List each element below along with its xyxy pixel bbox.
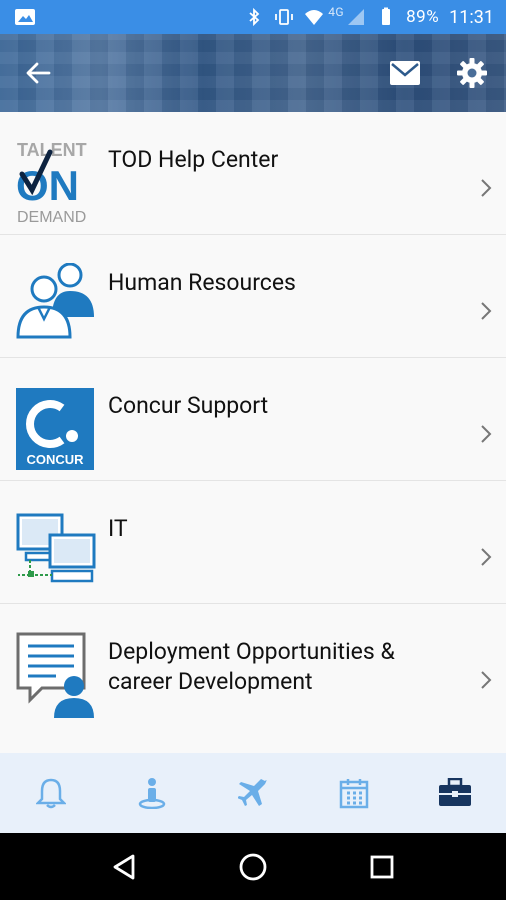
settings-button[interactable] — [452, 53, 492, 93]
chevron-right-icon — [481, 179, 492, 197]
chevron-right-icon — [481, 671, 492, 689]
list-item-tod-help-center[interactable]: TALENT ON DEMAND TOD Help Center — [0, 112, 506, 235]
career-chat-icon — [16, 632, 96, 718]
list-item-label: Human Resources — [108, 269, 296, 296]
bell-icon — [35, 778, 66, 809]
list-item-deployment-opportunities[interactable]: Deployment Opportunities & career Develo… — [0, 604, 506, 753]
people-icon — [16, 262, 96, 349]
nav-briefcase[interactable] — [405, 753, 506, 833]
talent-on-demand-logo: TALENT ON DEMAND — [16, 140, 96, 226]
bluetooth-icon — [249, 7, 260, 27]
list-item-label: Deployment Opportunities & career Develo… — [108, 638, 395, 695]
nav-notifications[interactable] — [0, 753, 101, 833]
gear-icon — [457, 58, 487, 88]
list-item-label: TOD Help Center — [108, 146, 279, 173]
person-location-icon — [138, 778, 166, 809]
battery-percent: 89% — [406, 7, 440, 27]
signal-icon — [348, 9, 365, 25]
triangle-back-icon — [113, 854, 135, 879]
circle-home-icon — [239, 853, 267, 880]
calendar-icon — [339, 779, 369, 809]
status-bar: 4G 89% 11:31 — [0, 0, 506, 34]
chevron-right-icon — [481, 425, 492, 443]
app-header — [0, 34, 506, 112]
vibrate-icon — [275, 9, 294, 25]
square-recents-icon — [370, 855, 394, 878]
concur-logo: CONCUR — [16, 388, 96, 474]
airplane-icon — [238, 779, 267, 806]
nav-locator[interactable] — [101, 753, 202, 833]
chevron-right-icon — [481, 302, 492, 320]
system-recents-button[interactable] — [362, 847, 402, 887]
image-notification-icon — [15, 9, 35, 25]
svg-text:TALENT: TALENT — [17, 140, 87, 160]
battery-icon — [382, 7, 391, 25]
bottom-navigation — [0, 753, 506, 833]
svg-text:CONCUR: CONCUR — [26, 452, 84, 467]
back-button[interactable] — [18, 53, 58, 93]
list-item-human-resources[interactable]: Human Resources — [0, 235, 506, 358]
mail-button[interactable] — [385, 53, 425, 93]
back-arrow-icon — [26, 62, 51, 84]
svg-text:DEMAND: DEMAND — [17, 209, 86, 226]
mail-icon — [390, 61, 420, 85]
clock: 11:31 — [449, 6, 494, 28]
system-navigation-bar — [0, 833, 506, 900]
chevron-right-icon — [481, 548, 492, 566]
list-item-it[interactable]: IT — [0, 481, 506, 604]
wifi-icon — [305, 10, 324, 25]
list-item-concur-support[interactable]: CONCUR Concur Support — [0, 358, 506, 481]
system-back-button[interactable] — [104, 847, 144, 887]
computers-icon — [16, 513, 96, 599]
system-home-button[interactable] — [233, 847, 273, 887]
svg-text:ON: ON — [16, 162, 79, 209]
nav-travel[interactable] — [202, 753, 303, 833]
list-item-label: IT — [108, 515, 128, 542]
briefcase-icon — [439, 778, 472, 806]
help-topic-list: TALENT ON DEMAND TOD Help Center Human R… — [0, 112, 506, 753]
nav-calendar[interactable] — [304, 753, 405, 833]
list-item-label: Concur Support — [108, 392, 269, 419]
network-label: 4G — [328, 5, 345, 19]
